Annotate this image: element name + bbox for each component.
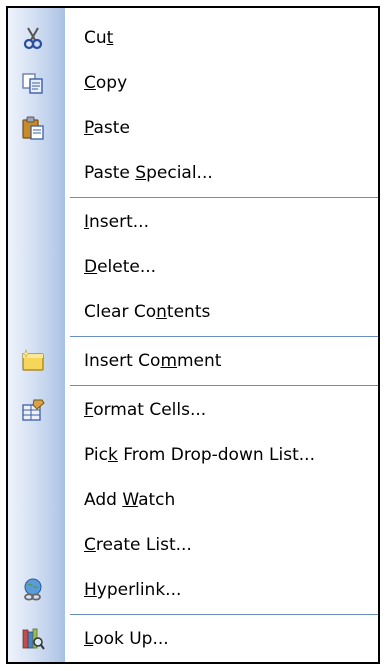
menu-separator	[70, 385, 378, 386]
insert-comment-icon	[20, 348, 46, 374]
menu-item-format-cells[interactable]: Format Cells...	[8, 388, 378, 432]
menu-item-paste-special[interactable]: Paste Special...	[8, 151, 378, 195]
menu-item-label: Pick From Drop-down List...	[84, 445, 315, 465]
menu-item-label: Hyperlink...	[84, 580, 182, 600]
menu-item-label: Paste Special...	[84, 163, 213, 183]
menu-item-create-list[interactable]: Create List...	[8, 523, 378, 567]
menu-item-clear-contents[interactable]: Clear Contents	[8, 290, 378, 334]
menu-item-label: Insert...	[84, 212, 149, 232]
menu-item-cut[interactable]: Cut	[8, 16, 378, 60]
menu-item-insert[interactable]: Insert...	[8, 200, 378, 244]
lookup-icon	[20, 626, 46, 652]
menu-item-delete[interactable]: Delete...	[8, 245, 378, 289]
menu-item-label: Delete...	[84, 257, 157, 277]
menu-item-hyperlink[interactable]: Hyperlink...	[8, 568, 378, 612]
menu-item-label: Clear Contents	[84, 302, 211, 322]
menu-item-label: Look Up...	[84, 629, 169, 649]
menu-item-paste[interactable]: Paste	[8, 106, 378, 150]
menu-separator	[70, 197, 378, 198]
copy-icon	[20, 70, 46, 96]
menu-item-label: Copy	[84, 73, 128, 93]
menu-item-label: Add Watch	[84, 490, 176, 510]
menu-separator	[70, 336, 378, 337]
menu-item-label: Insert Comment	[84, 351, 222, 371]
menu-item-label: Paste	[84, 118, 130, 138]
menu-item-pick-from-dropdown-list[interactable]: Pick From Drop-down List...	[8, 433, 378, 477]
menu-item-look-up[interactable]: Look Up...	[8, 617, 378, 661]
menu-item-insert-comment[interactable]: Insert Comment	[8, 339, 378, 383]
menu-item-label: Create List...	[84, 535, 192, 555]
format-cells-icon	[20, 397, 46, 423]
menu-item-label: Cut	[84, 28, 114, 48]
menu-separator	[70, 614, 378, 615]
menu-item-label: Format Cells...	[84, 400, 207, 420]
menu-item-copy[interactable]: Copy	[8, 61, 378, 105]
context-menu: Cut Copy Paste Paste Special... Insert..…	[6, 6, 380, 664]
paste-icon	[20, 115, 46, 141]
hyperlink-icon	[20, 577, 46, 603]
cut-icon	[20, 25, 46, 51]
menu-item-add-watch[interactable]: Add Watch	[8, 478, 378, 522]
